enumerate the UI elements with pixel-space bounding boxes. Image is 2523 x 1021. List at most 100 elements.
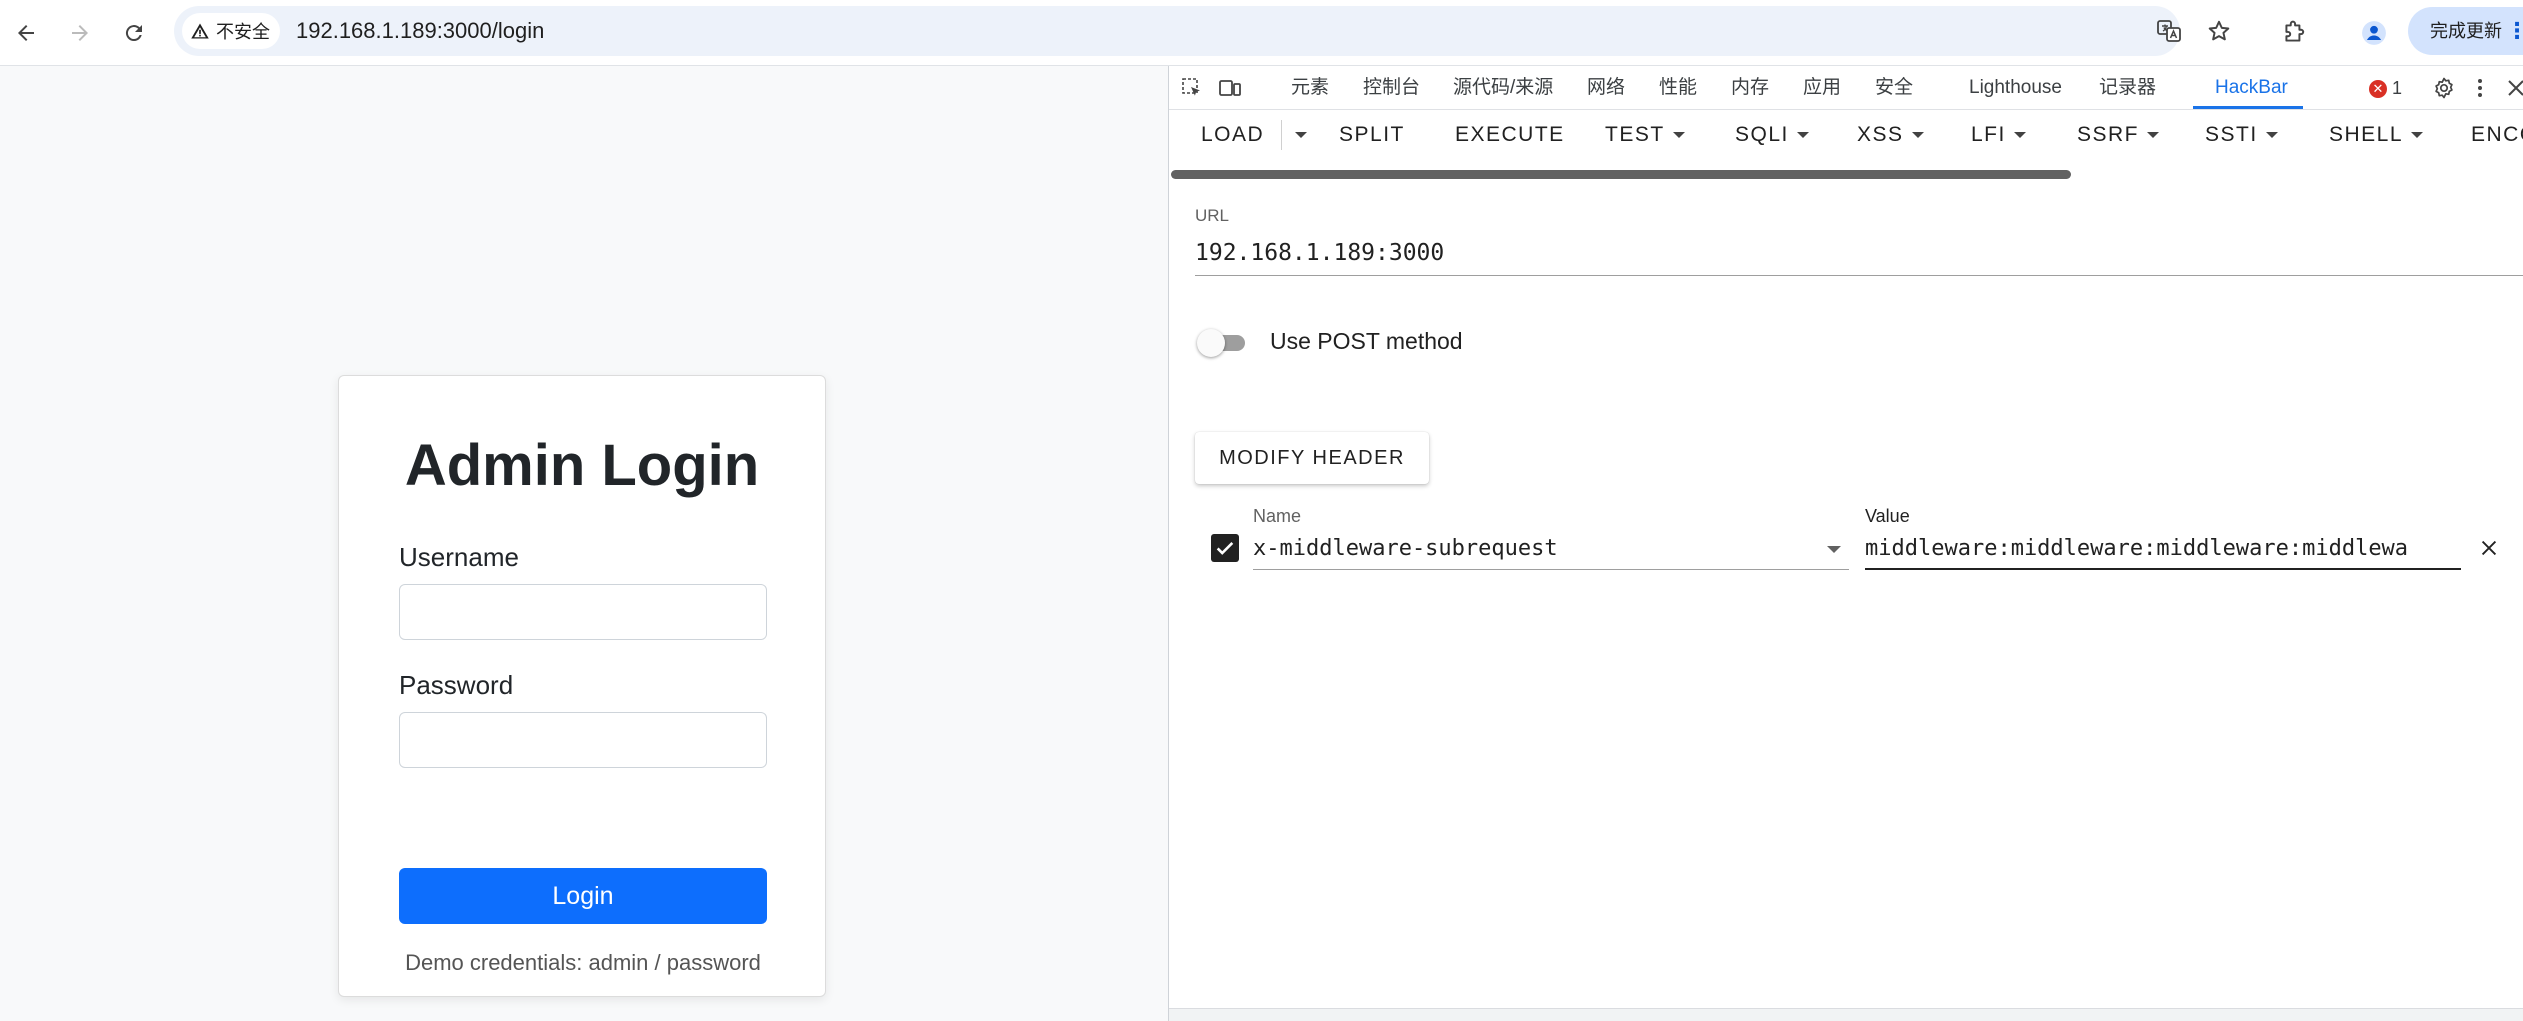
profile-button[interactable] [2354, 13, 2394, 53]
tab-recorder[interactable]: 记录器 [2099, 66, 2156, 110]
tab-elements[interactable]: 元素 [1291, 66, 1329, 110]
hackbar-shell-menu[interactable]: SHELL [2329, 112, 2424, 158]
security-label: 不安全 [216, 22, 270, 42]
forward-button[interactable] [60, 13, 100, 53]
chevron-down-icon [1796, 132, 1809, 139]
hackbar-ssrf-menu[interactable]: SSRF [2077, 112, 2160, 158]
password-label: Password [399, 670, 514, 700]
lfi-menu-label: LFI [1971, 123, 2006, 146]
hackbar-load-button[interactable]: LOAD [1201, 112, 1264, 158]
update-label: 完成更新 [2430, 21, 2502, 41]
chevron-down-icon [2147, 132, 2160, 139]
more-vertical-icon [2478, 79, 2482, 97]
chevron-down-icon [2411, 132, 2424, 139]
star-icon [2208, 20, 2230, 41]
check-icon [1216, 542, 1234, 555]
post-method-label[interactable]: Use POST method [1270, 322, 1463, 360]
error-count-badge[interactable]: ✕ 1 [2369, 78, 2402, 99]
error-count: 1 [2392, 78, 2403, 98]
reload-button[interactable] [114, 13, 154, 53]
page-content: Admin Login Username Password Login Demo… [0, 66, 1168, 1021]
reload-icon [125, 25, 142, 42]
menu-dots-icon[interactable]: ⋮ [2506, 7, 2523, 55]
warning-triangle-icon [191, 23, 209, 39]
devtools-close-button[interactable] [2503, 75, 2523, 101]
devtools-tab-bar: 元素 控制台 源代码/来源 网络 性能 内存 应用 安全 Lighthouse … [1169, 66, 2523, 110]
hackbar-sqli-menu[interactable]: SQLI [1735, 112, 1809, 158]
header-name-label: Name [1253, 506, 1302, 526]
hackbar-lfi-menu[interactable]: LFI [1971, 112, 2026, 158]
menu-divider [1281, 120, 1282, 150]
devtools-panel: 元素 控制台 源代码/来源 网络 性能 内存 应用 安全 Lighthouse … [1168, 66, 2523, 1021]
bookmark-button[interactable] [2204, 16, 2234, 46]
hackbar-ssti-menu[interactable]: SSTI [2205, 112, 2278, 158]
puzzle-icon [2285, 20, 2305, 42]
hackbar-encoding-menu[interactable]: ENCO [2471, 112, 2523, 158]
chevron-down-icon [1911, 132, 1924, 139]
remove-header-button[interactable] [2475, 534, 2503, 562]
translate-icon [2157, 20, 2181, 42]
chevron-down-icon [2013, 132, 2026, 139]
header-value-input[interactable]: middleware:middleware:middleware:middlew… [1865, 528, 2461, 570]
close-icon [2481, 540, 2497, 556]
demo-credentials-text: Demo credentials: admin / password [405, 950, 761, 975]
header-name-select[interactable]: x-middleware-subrequest [1253, 528, 1849, 570]
inspect-element-button[interactable] [1179, 75, 1205, 101]
error-icon: ✕ [2369, 79, 2387, 98]
tab-security[interactable]: 安全 [1875, 66, 1913, 110]
active-tab-indicator [2193, 106, 2303, 109]
load-dropdown-icon[interactable] [1295, 132, 1307, 138]
hackbar-xss-menu[interactable]: XSS [1857, 112, 1924, 158]
chevron-down-icon [1672, 132, 1685, 139]
tab-hackbar[interactable]: HackBar [2215, 66, 2288, 110]
test-menu-label: TEST [1605, 123, 1665, 146]
tab-console[interactable]: 控制台 [1363, 66, 1420, 110]
devtools-more-button[interactable] [2467, 75, 2493, 101]
ssrf-menu-label: SSRF [2077, 123, 2140, 146]
xss-menu-label: XSS [1857, 123, 1904, 146]
url-field[interactable]: 192.168.1.189:3000 [1195, 234, 2523, 276]
avatar-icon [2362, 21, 2386, 45]
modify-header-button[interactable]: MODIFY HEADER [1195, 432, 1429, 484]
address-bar[interactable]: 不安全 192.168.1.189:3000/login [174, 6, 2230, 56]
header-name-value: x-middleware-subrequest [1253, 536, 1558, 561]
devtools-settings-button[interactable] [2431, 75, 2457, 101]
tab-memory[interactable]: 内存 [1731, 66, 1769, 110]
url-text[interactable]: 192.168.1.189:3000/login [296, 6, 544, 56]
tab-lighthouse[interactable]: Lighthouse [1969, 66, 2062, 110]
ssti-menu-label: SSTI [2205, 123, 2258, 146]
username-input[interactable] [399, 584, 767, 640]
toggle-thumb [1197, 329, 1225, 357]
hackbar-execute-button[interactable]: EXECUTE [1455, 112, 1565, 158]
device-toolbar-button[interactable] [1217, 75, 1243, 101]
chevron-down-icon [1827, 546, 1841, 553]
url-field-label: URL [1195, 206, 1230, 225]
back-button[interactable] [6, 13, 46, 53]
inspect-cursor-icon [1182, 78, 1200, 96]
header-value-label: Value [1865, 506, 1910, 526]
devtools-drawer-bar [1169, 1008, 2523, 1021]
post-method-toggle[interactable] [1195, 325, 1251, 359]
hackbar-split-button[interactable]: SPLIT [1339, 112, 1405, 158]
shell-menu-label: SHELL [2329, 123, 2404, 146]
extensions-button[interactable] [2274, 13, 2314, 53]
username-label: Username [399, 542, 519, 572]
tab-application[interactable]: 应用 [1803, 66, 1841, 110]
chevron-down-icon [2265, 132, 2278, 139]
hackbar-menu-scrollbar[interactable] [1171, 170, 2071, 179]
update-button[interactable]: 完成更新 ⋮ [2408, 7, 2523, 55]
header-enabled-checkbox[interactable] [1211, 534, 1239, 562]
password-input[interactable] [399, 712, 767, 768]
login-button[interactable]: Login [399, 868, 767, 924]
page-title: Admin Login [404, 433, 760, 498]
tab-sources[interactable]: 源代码/来源 [1453, 66, 1553, 110]
arrow-right-icon [72, 25, 88, 41]
gear-icon [2435, 77, 2453, 99]
browser-toolbar: 不安全 192.168.1.189:3000/login 完成更新 ⋮ [0, 0, 2523, 66]
security-chip[interactable]: 不安全 [182, 13, 280, 49]
tab-performance[interactable]: 性能 [1659, 66, 1697, 110]
hackbar-test-menu[interactable]: TEST [1605, 112, 1685, 158]
tab-network[interactable]: 网络 [1587, 66, 1625, 110]
login-card: Admin Login Username Password Login Demo… [338, 375, 826, 997]
translate-button[interactable] [2154, 16, 2184, 46]
